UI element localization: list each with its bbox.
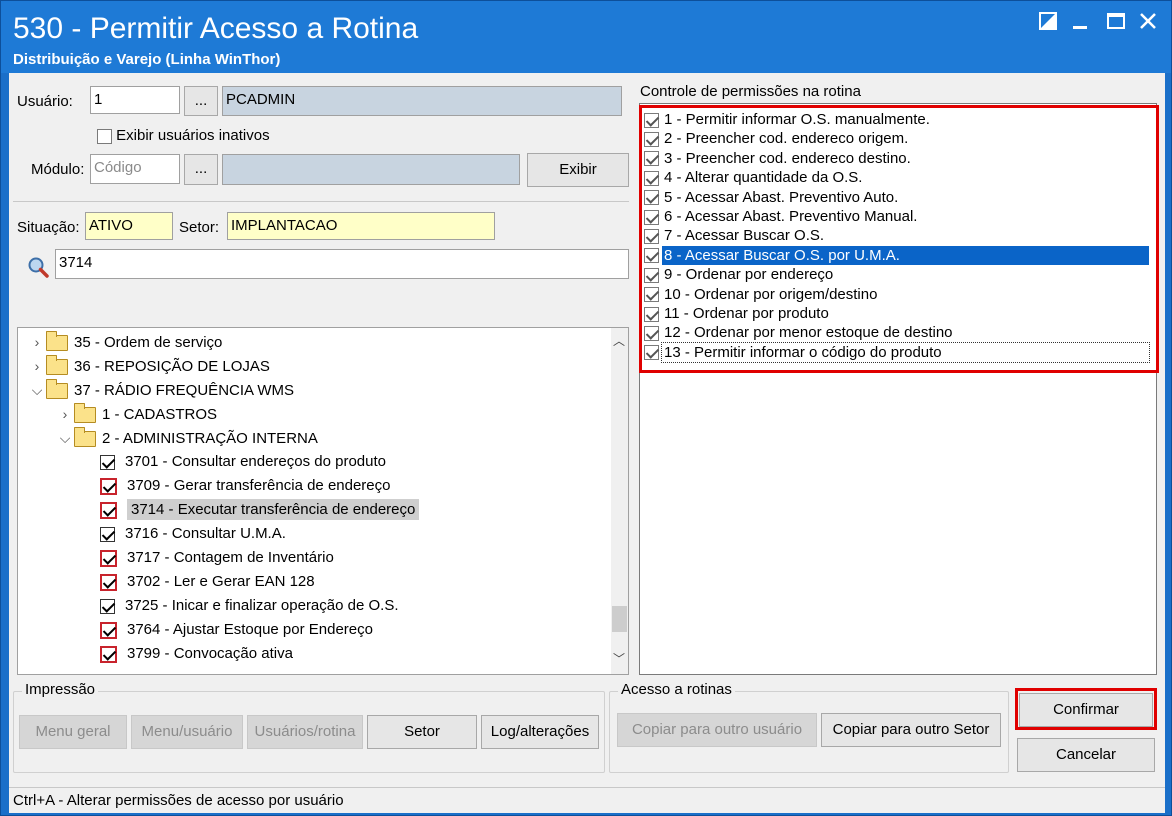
title-bar[interactable]: 530 - Permitir Acesso a Rotina Distribui… [1, 1, 1171, 73]
tree-folder-item[interactable]: › 36 - REPOSIÇÃO DE LOJAS [28, 354, 270, 378]
window-title: 530 - Permitir Acesso a Rotina [13, 12, 419, 45]
situacao-label: Situação: [17, 219, 80, 236]
tree-item-label: 37 - RÁDIO FREQUÊNCIA WMS [74, 382, 295, 399]
tree-routine-item[interactable]: 3714 - Executar transferência de endereç… [100, 498, 420, 522]
maximize-icon[interactable] [1103, 11, 1129, 37]
minimize-icon[interactable] [1067, 11, 1093, 37]
tree-routine-item[interactable]: 3717 - Contagem de Inventário [100, 546, 334, 570]
tree-item-label: 1 - CADASTROS [102, 406, 218, 423]
tree-item-label: 3717 - Contagem de Inventário [127, 549, 334, 566]
tree-item-label: 3716 - Consultar U.M.A. [125, 525, 286, 542]
user-browse-button[interactable]: ... [184, 86, 218, 116]
show-inactive-box[interactable] [97, 128, 112, 144]
tree-routine-item[interactable]: 3716 - Consultar U.M.A. [100, 522, 286, 546]
folder-icon [46, 379, 68, 400]
tree-item-label: 3709 - Gerar transferência de endereço [127, 477, 391, 494]
module-code-field[interactable]: Código [90, 154, 180, 184]
status-bar: Ctrl+A - Alterar permissões de acesso po… [9, 787, 1165, 813]
restore-icon[interactable] [1035, 11, 1061, 37]
scroll-thumb[interactable] [612, 606, 627, 632]
tree-item-label: 3701 - Consultar endereços do produto [125, 453, 387, 470]
folder-icon [46, 331, 68, 352]
tree-item-label: 35 - Ordem de serviço [74, 334, 223, 351]
copy-to-user-button[interactable]: Copiar para outro usuário [617, 713, 817, 747]
folder-icon [46, 355, 68, 376]
close-icon[interactable] [1135, 11, 1161, 37]
impressao-title: Impressão [22, 681, 99, 698]
cancel-button[interactable]: Cancelar [1017, 738, 1155, 772]
routine-checkbox[interactable] [100, 549, 117, 567]
module-browse-button[interactable]: ... [184, 154, 218, 185]
routine-tree[interactable]: › 35 - Ordem de serviço › 36 - REPOSIÇÃO DE… [17, 327, 629, 675]
menu-usuario-button[interactable]: Menu/usuário [131, 715, 243, 749]
app-window: 530 - Permitir Acesso a Rotina Distribui… [0, 0, 1172, 816]
routine-checkbox[interactable] [100, 573, 117, 591]
user-code-field[interactable]: 1 [90, 86, 180, 114]
permissions-highlight-frame [639, 105, 1159, 373]
acesso-title: Acesso a rotinas [618, 681, 735, 698]
show-button[interactable]: Exibir [527, 153, 629, 187]
setor-field: IMPLANTACAO [227, 212, 495, 240]
tree-item-label: 36 - REPOSIÇÃO DE LOJAS [74, 358, 270, 375]
menu-geral-button[interactable]: Menu geral [19, 715, 127, 749]
search-input[interactable]: 3714 [55, 249, 629, 279]
show-inactive-label: Exibir usuários inativos [116, 127, 270, 144]
expand-icon[interactable]: › [28, 330, 46, 354]
tree-routine-item[interactable]: 3701 - Consultar endereços do produto [100, 450, 386, 474]
routine-checkbox[interactable] [100, 621, 117, 639]
tree-folder-item[interactable]: ⌵ 37 - RÁDIO FREQUÊNCIA WMS [28, 378, 294, 402]
routine-checkbox[interactable] [100, 598, 115, 614]
tree-folder-item[interactable]: › 1 - CADASTROS [56, 402, 217, 426]
log-button[interactable]: Log/alterações [481, 715, 599, 749]
routine-checkbox[interactable] [100, 526, 115, 542]
client-area: Usuário: 1 ... PCADMIN Exibir usuários i… [9, 73, 1165, 787]
tree-folder-item[interactable]: › 35 - Ordem de serviço [28, 330, 222, 354]
routine-checkbox[interactable] [100, 477, 117, 495]
tree-item-label: 2 - ADMINISTRAÇÃO INTERNA [102, 430, 318, 447]
situacao-field: ATIVO [85, 212, 173, 240]
tree-routine-item[interactable]: 3725 - Inicar e finalizar operação de O.… [100, 594, 399, 618]
tree-item-label: 3725 - Inicar e finalizar operação de O.… [125, 597, 399, 614]
setor-label: Setor: [179, 219, 220, 236]
routine-checkbox[interactable] [100, 454, 115, 470]
divider [13, 201, 629, 202]
folder-icon [74, 427, 96, 448]
user-name-field: PCADMIN [222, 86, 622, 116]
routine-checkbox[interactable] [100, 501, 117, 519]
tree-item-label: 3799 - Convocação ativa [127, 645, 293, 662]
window-subtitle: Distribuição e Varejo (Linha WinThor) [13, 51, 281, 68]
usuarios-rotina-button[interactable]: Usuários/rotina [247, 715, 363, 749]
search-icon [28, 257, 49, 278]
tree-item-label: 3764 - Ajustar Estoque por Endereço [127, 621, 373, 638]
user-label: Usuário: [17, 93, 73, 110]
expand-icon[interactable]: › [56, 402, 74, 426]
show-inactive-checkbox[interactable]: Exibir usuários inativos [97, 127, 270, 144]
tree-routine-item[interactable]: 3764 - Ajustar Estoque por Endereço [100, 618, 373, 642]
permissions-title: Controle de permissões na rotina [640, 83, 861, 100]
collapse-icon[interactable]: ⌵ [28, 378, 46, 402]
tree-routine-item[interactable]: 3709 - Gerar transferência de endereço [100, 474, 391, 498]
tree-routine-item[interactable]: 3799 - Convocação ativa [100, 642, 293, 666]
tree-folder-item[interactable]: ⌵ 2 - ADMINISTRAÇÃO INTERNA [56, 426, 318, 450]
confirm-highlight-frame [1015, 688, 1157, 730]
setor-button[interactable]: Setor [367, 715, 477, 749]
scroll-up-icon[interactable]: ︿ [613, 332, 625, 349]
copy-to-sector-button[interactable]: Copiar para outro Setor [821, 713, 1001, 747]
collapse-icon[interactable]: ⌵ [56, 426, 74, 450]
expand-icon[interactable]: › [28, 354, 46, 378]
folder-icon [74, 403, 96, 424]
scroll-down-icon[interactable]: ﹀ [613, 650, 625, 667]
module-label: Módulo: [31, 161, 85, 178]
tree-scrollbar[interactable]: ︿ ﹀ [611, 328, 628, 674]
module-name-field [222, 154, 520, 185]
tree-item-label: 3702 - Ler e Gerar EAN 128 [127, 573, 315, 590]
tree-item-label: 3714 - Executar transferência de endereç… [127, 499, 420, 520]
routine-checkbox[interactable] [100, 645, 117, 663]
tree-routine-item[interactable]: 3702 - Ler e Gerar EAN 128 [100, 570, 315, 594]
